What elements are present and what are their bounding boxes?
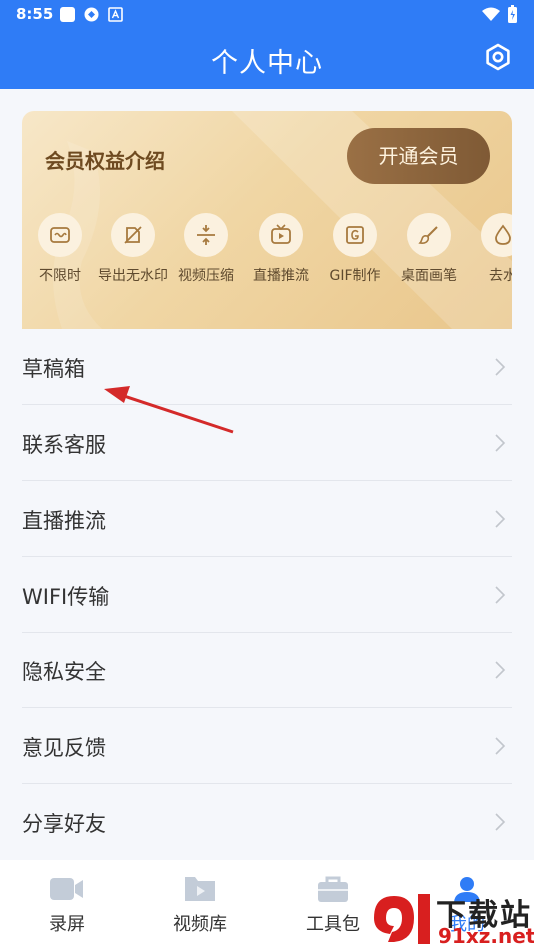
app-bar: 个人中心	[0, 30, 534, 89]
notification-square-icon	[60, 7, 75, 22]
menu-item-label: WIFI传输	[22, 585, 110, 609]
water-drop-icon	[495, 224, 511, 245]
compress-icon	[197, 225, 215, 245]
menu-item-label: 草稿箱	[22, 357, 85, 381]
benefit-item[interactable]: 视频压缩	[169, 213, 243, 285]
benefit-label: 视频压缩	[178, 268, 234, 284]
open-membership-button[interactable]: 开通会员	[347, 128, 490, 184]
tab-record[interactable]: 录屏	[17, 874, 117, 936]
menu-item-label: 直播推流	[22, 509, 106, 533]
benefit-item[interactable]: 去水	[466, 213, 512, 285]
wifi-battery-icon	[482, 5, 517, 23]
toolbox-icon	[318, 876, 348, 902]
benefit-item[interactable]: 桌面画笔	[392, 213, 466, 285]
watermark-domain: 91xz.net	[438, 924, 534, 948]
chevron-right-icon	[495, 358, 506, 376]
video-library-icon	[185, 877, 215, 901]
menu-item-feedback[interactable]: 意见反馈	[22, 708, 512, 784]
benefit-label: 去水	[489, 268, 512, 284]
benefit-label: 直播推流	[253, 268, 309, 284]
menu-item-drafts[interactable]: 草稿箱	[22, 329, 512, 405]
benefit-label: 桌面画笔	[401, 268, 457, 284]
chevron-right-icon	[495, 434, 506, 452]
menu-item-label: 联系客服	[22, 433, 106, 457]
chevron-right-icon	[495, 586, 506, 604]
keyboard-notification-icon	[108, 7, 123, 22]
unlimited-time-icon	[50, 227, 70, 243]
watermark-logo	[374, 894, 430, 944]
tab-video-library[interactable]: 视频库	[150, 874, 250, 936]
benefit-item[interactable]: 不限时	[23, 213, 97, 285]
chevron-right-icon	[495, 661, 506, 679]
benefit-label: 不限时	[39, 268, 81, 284]
app-notification-icon	[84, 7, 99, 22]
tab-label: 视频库	[173, 914, 227, 935]
benefit-label: 导出无水印	[98, 268, 168, 284]
chevron-right-icon	[495, 813, 506, 831]
status-time: 8:55	[16, 5, 54, 23]
membership-card: 会员权益介绍 开通会员 不限时 导出无水印 视频压缩 直播推流 GIF制作 桌面…	[22, 111, 512, 329]
menu-item-share[interactable]: 分享好友	[22, 784, 512, 860]
video-camera-icon	[50, 878, 83, 900]
site-watermark: 下载站 91xz.net	[368, 888, 534, 950]
benefit-item[interactable]: GIF制作	[318, 213, 392, 285]
chevron-right-icon	[495, 510, 506, 528]
menu-item-label: 隐私安全	[22, 660, 106, 684]
menu-item-customer-service[interactable]: 联系客服	[22, 405, 512, 481]
menu-item-label: 意见反馈	[22, 736, 106, 760]
tab-label: 录屏	[49, 914, 85, 935]
menu-item-privacy[interactable]: 隐私安全	[22, 632, 512, 708]
brush-icon	[418, 226, 438, 244]
live-tv-icon	[271, 224, 291, 244]
settings-hexagon-icon[interactable]	[484, 43, 512, 71]
benefit-item[interactable]: 导出无水印	[96, 213, 170, 285]
chevron-right-icon	[495, 737, 506, 755]
page-title: 个人中心	[211, 48, 323, 79]
benefit-label: GIF制作	[329, 268, 381, 284]
benefit-item[interactable]: 直播推流	[244, 213, 318, 285]
membership-title: 会员权益介绍	[45, 149, 165, 173]
menu-item-wifi-transfer[interactable]: WIFI传输	[22, 557, 512, 633]
status-bar: 8:55	[0, 0, 534, 30]
menu-item-label: 分享好友	[22, 812, 106, 836]
menu-item-live-stream[interactable]: 直播推流	[22, 481, 512, 557]
no-watermark-icon	[124, 226, 142, 244]
gif-icon	[346, 226, 364, 244]
